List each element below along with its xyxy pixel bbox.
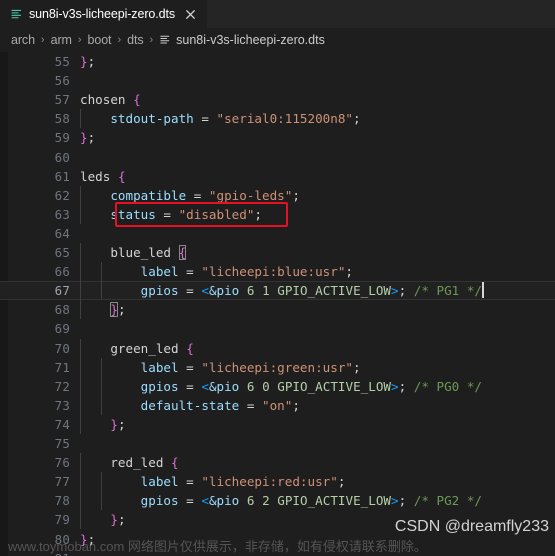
line-number: 77	[54, 474, 70, 490]
line-number: 79	[54, 512, 70, 528]
site-watermark: www.toymoban.com 网络图片仅供展示，非存储，如有侵权请联系删除。	[8, 539, 427, 554]
line-number: 70	[54, 340, 70, 356]
code-text: };	[110, 416, 126, 432]
code-line[interactable]: 62 compatible = "gpio-leds";	[0, 185, 555, 205]
line-number: 60	[54, 149, 70, 165]
editor-tab-label: sun8i-v3s-licheepi-zero.dts	[29, 7, 175, 21]
line-number: 57	[54, 92, 70, 108]
code-line[interactable]: 78 gpios = <&pio 6 2 GPIO_ACTIVE_LOW>; /…	[0, 491, 555, 511]
code-line[interactable]: 68 };	[0, 300, 555, 320]
code-line[interactable]: 63 status = "disabled";	[0, 204, 555, 224]
line-number: 76	[54, 455, 70, 471]
code-text: };	[80, 130, 96, 146]
line-number: 66	[54, 264, 70, 280]
breadcrumb-item-boot[interactable]: boot	[88, 33, 112, 47]
close-icon[interactable]	[183, 7, 198, 22]
code-text: };	[110, 302, 126, 318]
breadcrumb-separator: ›	[117, 34, 122, 46]
code-line[interactable]: 64	[0, 224, 555, 243]
code-text: default-state = "on";	[140, 397, 300, 413]
code-line[interactable]: 55};	[0, 52, 555, 71]
line-number: 59	[54, 130, 70, 146]
breadcrumb-item-dts[interactable]: dts	[127, 33, 143, 47]
code-line[interactable]: 61 leds {	[0, 167, 555, 186]
code-text: blue_led {	[110, 245, 187, 260]
editor-tab-dts-file[interactable]: sun8i-v3s-licheepi-zero.dts	[0, 0, 208, 28]
code-text: gpios = <&pio 6 0 GPIO_ACTIVE_LOW>; /* P…	[140, 378, 482, 394]
code-line[interactable]: 59};	[0, 128, 555, 147]
breadcrumb-separator: ›	[149, 34, 154, 46]
code-text: leds {	[80, 168, 126, 184]
code-line[interactable]: 67 gpios = <&pio 6 1 GPIO_ACTIVE_LOW>; /…	[0, 281, 555, 301]
code-line[interactable]: 58 stdout-path = "serial0:115200n8";	[0, 109, 555, 129]
code-line[interactable]: 56	[0, 71, 555, 90]
code-line[interactable]: 77 label = "licheepi:red:usr";	[0, 472, 555, 492]
line-number: 67	[54, 283, 70, 299]
code-text: label = "licheepi:blue:usr";	[140, 264, 353, 280]
code-text: };	[110, 512, 126, 528]
editor-tab-bar: sun8i-v3s-licheepi-zero.dts	[0, 0, 555, 28]
code-line[interactable]: 69	[0, 319, 555, 338]
line-number: 75	[54, 436, 70, 451]
line-number: 64	[54, 225, 70, 241]
breadcrumb-item-arch[interactable]: arch	[11, 33, 35, 47]
line-number: 69	[54, 321, 70, 337]
code-editor[interactable]: 55}; 56 57 chosen {58 stdout-path = "serial…	[0, 52, 555, 556]
line-number: 61	[54, 168, 70, 184]
line-number: 65	[54, 245, 70, 260]
code-text: };	[80, 54, 96, 69]
breadcrumb: arch › arm › boot › dts › sun8i-v3s-lich…	[0, 28, 555, 52]
code-line[interactable]: 71 label = "licheepi:green:usr";	[0, 357, 555, 377]
vscode-editor-window: sun8i-v3s-licheepi-zero.dts arch › arm ›…	[0, 0, 555, 556]
line-number: 56	[54, 73, 70, 89]
code-line[interactable]: 70 green_led {	[0, 338, 555, 358]
code-text: gpios = <&pio 6 1 GPIO_ACTIVE_LOW>; /* P…	[140, 282, 484, 299]
code-text: stdout-path = "serial0:115200n8";	[110, 111, 361, 127]
code-line[interactable]: 73 default-state = "on";	[0, 395, 555, 415]
code-text: chosen {	[80, 92, 141, 108]
code-line[interactable]: 57 chosen {	[0, 90, 555, 109]
line-number: 55	[54, 54, 70, 69]
line-number: 74	[54, 416, 70, 432]
line-number: 73	[54, 397, 70, 413]
dts-file-icon	[11, 9, 22, 18]
line-number: 71	[54, 359, 70, 375]
line-number: 72	[54, 378, 70, 394]
breadcrumb-file-label: sun8i-v3s-licheepi-zero.dts	[176, 33, 325, 47]
dts-file-icon	[160, 35, 170, 44]
code-text: gpios = <&pio 6 2 GPIO_ACTIVE_LOW>; /* P…	[140, 493, 482, 509]
code-line[interactable]: 66 label = "licheepi:blue:usr";	[0, 262, 555, 282]
code-text: status = "disabled";	[110, 206, 263, 222]
code-line[interactable]: 72 gpios = <&pio 6 0 GPIO_ACTIVE_LOW>; /…	[0, 376, 555, 396]
code-line[interactable]: 76 red_led {	[0, 453, 555, 473]
breadcrumb-item-arm[interactable]: arm	[51, 33, 72, 47]
code-line[interactable]: 75	[0, 434, 555, 453]
code-line[interactable]: 65 blue_led {	[0, 243, 555, 263]
code-line[interactable]: 60	[0, 148, 555, 167]
code-text: label = "licheepi:green:usr";	[140, 359, 361, 375]
code-text: label = "licheepi:red:usr";	[140, 474, 346, 490]
code-text: compatible = "gpio-leds";	[110, 187, 300, 203]
breadcrumb-item-file[interactable]: sun8i-v3s-licheepi-zero.dts	[159, 33, 325, 47]
code-text: red_led {	[110, 455, 179, 471]
text-cursor	[482, 282, 484, 299]
breadcrumb-separator: ›	[77, 34, 82, 46]
code-line[interactable]: 74 };	[0, 414, 555, 434]
line-number: 68	[54, 302, 70, 318]
line-number: 62	[54, 187, 70, 203]
line-number: 63	[54, 206, 70, 222]
breadcrumb-separator: ›	[40, 34, 45, 46]
csdn-watermark: CSDN @dreamfly233	[394, 518, 549, 535]
line-number: 78	[54, 493, 70, 509]
code-text: green_led {	[110, 340, 194, 356]
tab-bar-empty-area	[207, 0, 555, 28]
line-number: 58	[54, 111, 70, 127]
